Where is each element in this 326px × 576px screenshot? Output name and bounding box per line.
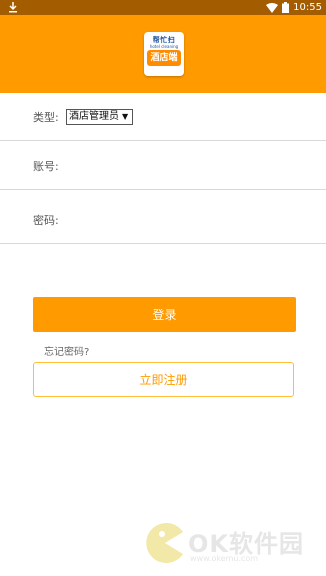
- login-button[interactable]: 登录: [33, 297, 296, 332]
- header: 帮忙扫 hotel cleaning 酒店端: [0, 15, 326, 93]
- password-row: 密码:: [0, 196, 326, 244]
- app-logo: 帮忙扫 hotel cleaning 酒店端: [144, 32, 184, 76]
- download-icon: [9, 2, 17, 13]
- battery-icon: [282, 2, 290, 13]
- type-row: 类型: 酒店管理员 ▼: [0, 93, 326, 141]
- forgot-password-link[interactable]: 忘记密码?: [44, 343, 89, 358]
- account-row: 账号:: [0, 142, 326, 190]
- account-label: 账号:: [33, 159, 59, 173]
- watermark-logo-icon: [146, 523, 183, 563]
- wifi-icon: [266, 2, 279, 13]
- password-label: 密码:: [33, 213, 59, 227]
- dropdown-arrow-icon: ▼: [122, 112, 129, 121]
- type-select-value: 酒店管理员: [69, 111, 119, 122]
- status-time: 10:55: [293, 2, 322, 13]
- register-button[interactable]: 立即注册: [33, 362, 294, 397]
- logo-subtext: hotel cleaning: [149, 44, 179, 49]
- watermark-url: www.okemu.com: [190, 554, 259, 563]
- password-input[interactable]: [70, 204, 316, 234]
- type-select[interactable]: 酒店管理员 ▼: [66, 109, 134, 125]
- watermark: OK软件园 www.okemu.com: [144, 520, 324, 570]
- logo-badge: 酒店端: [147, 50, 181, 66]
- type-label: 类型:: [33, 110, 59, 124]
- status-bar: 10:55: [0, 0, 326, 15]
- account-input[interactable]: [70, 150, 316, 180]
